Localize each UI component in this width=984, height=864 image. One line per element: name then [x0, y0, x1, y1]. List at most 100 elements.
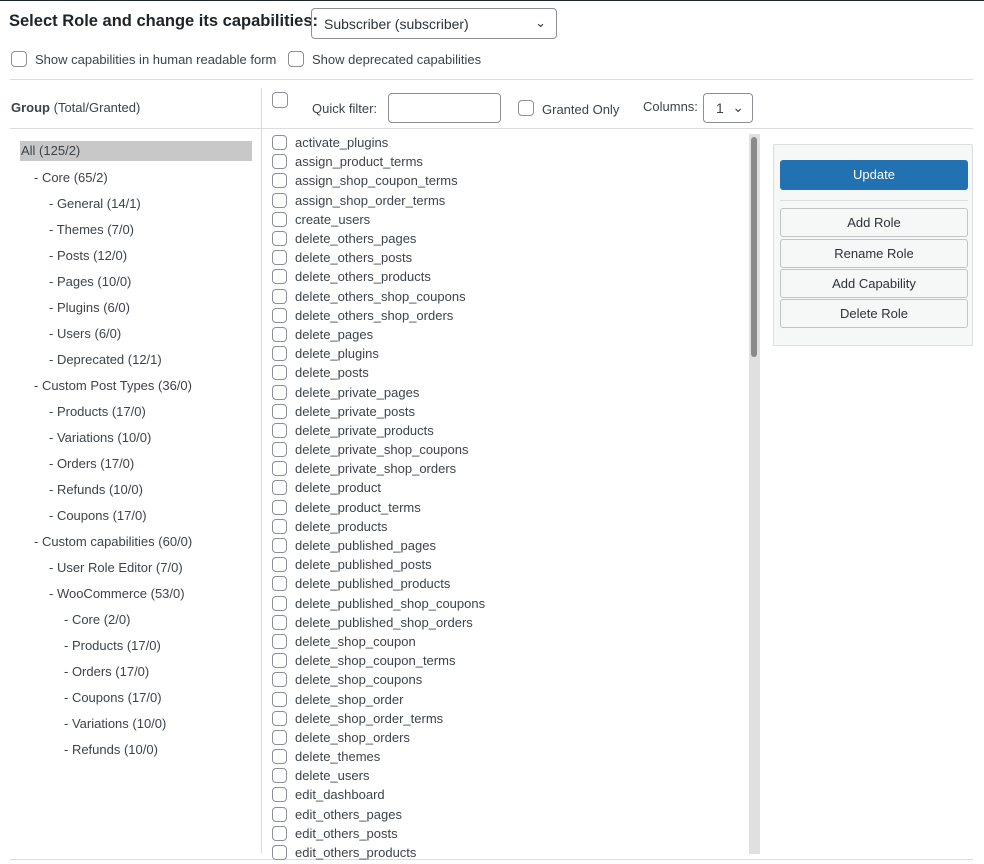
group-item[interactable]: - Pages (10/0) [20, 271, 252, 297]
capability-checkbox[interactable] [272, 135, 287, 151]
capability-checkbox[interactable] [272, 557, 287, 573]
group-item[interactable]: - Core (65/2) [20, 167, 252, 193]
capability-checkbox[interactable] [272, 729, 287, 745]
page-title: Select Role and change its capabilities: [9, 12, 319, 30]
capability-label: delete_shop_coupon_terms [295, 653, 456, 669]
capability-row: delete_product [272, 478, 485, 497]
group-header-bold: Group [11, 100, 50, 115]
group-item[interactable]: - Orders (17/0) [20, 453, 252, 479]
group-item[interactable]: - Core (2/0) [20, 609, 252, 635]
group-item[interactable]: - Custom capabilities (60/0) [20, 531, 252, 557]
group-item[interactable]: - Refunds (10/0) [20, 739, 252, 765]
capability-checkbox[interactable] [272, 307, 287, 323]
granted-only-label: Granted Only [542, 102, 620, 117]
capability-row: delete_shop_coupon [272, 632, 485, 651]
group-item[interactable]: - Posts (12/0) [20, 245, 252, 271]
add-role-button[interactable]: Add Role [780, 208, 968, 237]
capability-label: delete_shop_coupon [295, 633, 416, 649]
select-all-checkbox[interactable] [272, 92, 288, 108]
quick-filter-input[interactable] [388, 93, 501, 123]
capability-checkbox[interactable] [272, 691, 287, 707]
capability-label: delete_others_products [295, 269, 431, 285]
group-item[interactable]: - Deprecated (12/1) [20, 349, 252, 375]
capability-checkbox[interactable] [272, 461, 287, 477]
group-item[interactable]: - Themes (7/0) [20, 219, 252, 245]
group-item[interactable]: - WooCommerce (53/0) [20, 583, 252, 609]
capability-checkbox[interactable] [272, 173, 287, 189]
group-item[interactable]: - User Role Editor (7/0) [20, 557, 252, 583]
capability-checkbox[interactable] [272, 768, 287, 784]
capability-label: delete_shop_order_terms [295, 710, 444, 726]
capability-checkbox[interactable] [272, 231, 287, 247]
deprecated-checkbox[interactable] [288, 51, 304, 67]
capability-label: assign_shop_coupon_terms [295, 173, 458, 189]
capability-checkbox[interactable] [272, 806, 287, 822]
columns-select[interactable]: 1 ⌄ [703, 93, 753, 123]
capability-checkbox[interactable] [272, 326, 287, 342]
capability-checkbox[interactable] [272, 192, 287, 208]
group-item[interactable]: All (125/2) [20, 141, 252, 161]
capability-label: delete_others_pages [295, 231, 417, 247]
capability-checkbox[interactable] [272, 365, 287, 381]
capability-label: delete_private_pages [295, 384, 420, 400]
capability-checkbox[interactable] [272, 845, 287, 861]
capability-label: assign_shop_order_terms [295, 192, 446, 208]
deprecated-option[interactable]: Show deprecated capabilities [288, 51, 481, 67]
group-item[interactable]: - Coupons (17/0) [20, 505, 252, 531]
capability-row: delete_published_products [272, 574, 485, 593]
group-item[interactable]: - Users (6/0) [20, 323, 252, 349]
chevron-down-icon: ⌄ [732, 99, 744, 115]
capability-checkbox[interactable] [272, 384, 287, 400]
capability-checkbox[interactable] [272, 480, 287, 496]
human-readable-option[interactable]: Show capabilities in human readable form [11, 51, 276, 67]
human-readable-checkbox[interactable] [11, 51, 27, 67]
group-item[interactable]: - Coupons (17/0) [20, 687, 252, 713]
group-item[interactable]: - Products (17/0) [20, 635, 252, 661]
capability-checkbox[interactable] [272, 211, 287, 227]
capability-checkbox[interactable] [272, 825, 287, 841]
capability-checkbox[interactable] [272, 442, 287, 458]
capability-checkbox[interactable] [272, 595, 287, 611]
add-capability-button[interactable]: Add Capability [780, 269, 968, 298]
capability-checkbox[interactable] [272, 710, 287, 726]
group-item[interactable]: - Orders (17/0) [20, 661, 252, 687]
capability-checkbox[interactable] [272, 288, 287, 304]
capability-checkbox[interactable] [272, 672, 287, 688]
role-select[interactable]: Subscriber (subscriber) ⌄ [311, 8, 557, 39]
capability-checkbox[interactable] [272, 499, 287, 515]
scrollbar-thumb[interactable] [751, 137, 757, 357]
capability-checkbox[interactable] [272, 653, 287, 669]
group-item[interactable]: - Custom Post Types (36/0) [20, 375, 252, 401]
capability-label: delete_product_terms [295, 499, 421, 515]
capability-row: assign_shop_coupon_terms [272, 171, 485, 190]
capability-checkbox[interactable] [272, 538, 287, 554]
chevron-down-icon: ⌄ [535, 15, 546, 30]
divider [10, 859, 973, 860]
capability-row: delete_plugins [272, 344, 485, 363]
capability-checkbox[interactable] [272, 346, 287, 362]
capability-checkbox[interactable] [272, 269, 287, 285]
capability-checkbox[interactable] [272, 614, 287, 630]
capability-row: delete_published_shop_coupons [272, 594, 485, 613]
group-item[interactable]: - Products (17/0) [20, 401, 252, 427]
group-item[interactable]: - Plugins (6/0) [20, 297, 252, 323]
group-item[interactable]: - Refunds (10/0) [20, 479, 252, 505]
granted-only-checkbox[interactable] [518, 100, 534, 116]
capability-checkbox[interactable] [272, 576, 287, 592]
capability-row: edit_others_products [272, 843, 485, 862]
capability-label: delete_private_posts [295, 403, 415, 419]
capability-checkbox[interactable] [272, 250, 287, 266]
capability-checkbox[interactable] [272, 749, 287, 765]
group-item[interactable]: - Variations (10/0) [20, 427, 252, 453]
update-button[interactable]: Update [780, 160, 968, 190]
group-item[interactable]: - General (14/1) [20, 193, 252, 219]
capability-checkbox[interactable] [272, 403, 287, 419]
capability-checkbox[interactable] [272, 518, 287, 534]
capability-checkbox[interactable] [272, 787, 287, 803]
capability-checkbox[interactable] [272, 633, 287, 649]
group-item[interactable]: - Variations (10/0) [20, 713, 252, 739]
delete-role-button[interactable]: Delete Role [780, 299, 968, 328]
capability-checkbox[interactable] [272, 154, 287, 170]
capability-checkbox[interactable] [272, 422, 287, 438]
rename-role-button[interactable]: Rename Role [780, 239, 968, 268]
